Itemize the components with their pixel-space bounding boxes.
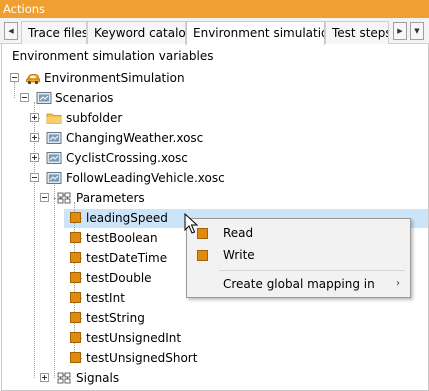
menu-item-label: Read [223, 226, 254, 240]
folder-icon [46, 113, 62, 124]
scenario-folder-icon [36, 92, 52, 104]
scenario-file-icon [46, 172, 62, 184]
expand-toggle[interactable] [30, 153, 39, 162]
tab-overflow-button[interactable]: ▼ [410, 22, 424, 40]
parameter-icon [70, 352, 81, 363]
scenario-file-icon [46, 152, 62, 164]
tree-label: testDateTime [86, 251, 168, 265]
window-title: Actions [0, 0, 429, 18]
tree-label: subfolder [66, 111, 123, 125]
parameter-icon [70, 252, 81, 263]
tree-node-changing-weather[interactable]: ChangingWeather.xosc [0, 128, 429, 148]
tree-node-scenarios[interactable]: Scenarios [0, 88, 429, 108]
tree-node-parameters[interactable]: Parameters [0, 188, 429, 208]
parameter-icon [70, 212, 81, 223]
panel-title: Environment simulation variables [12, 49, 214, 63]
menu-item-label: Write [223, 248, 255, 262]
mouse-cursor-icon [184, 213, 199, 234]
tree-label: FollowLeadingVehicle.xosc [66, 171, 225, 185]
tab-keyword-catalog[interactable]: Keyword catalog [87, 21, 186, 44]
car-icon [26, 74, 41, 85]
tree-label: leadingSpeed [86, 211, 168, 225]
tab-trace-files[interactable]: Trace files [21, 21, 87, 44]
tab-scroll-left-button[interactable]: ◀ [4, 22, 18, 40]
parameter-icon [70, 232, 81, 243]
expand-toggle[interactable] [30, 133, 39, 142]
signals-icon [57, 372, 71, 384]
submenu-arrow-icon: › [396, 278, 400, 289]
tree-node-environment-simulation[interactable]: EnvironmentSimulation [0, 68, 429, 88]
parameters-icon [57, 192, 71, 204]
collapse-toggle[interactable] [40, 193, 49, 202]
tab-strip: ◀ Trace files Keyword catalog Environmen… [0, 18, 429, 45]
menu-item-read[interactable]: Read [187, 222, 410, 244]
tree-label: testString [86, 311, 145, 325]
tree-node-parameter[interactable]: testString [0, 308, 429, 328]
tree-node-cyclist-crossing[interactable]: CyclistCrossing.xosc [0, 148, 429, 168]
scenario-file-icon [46, 132, 62, 144]
expand-toggle[interactable] [40, 373, 49, 382]
tree-node-subfolder[interactable]: subfolder [0, 108, 429, 128]
tree-label: Parameters [76, 191, 145, 205]
menu-item-write[interactable]: Write [187, 244, 410, 266]
tree-label: testUnsignedShort [86, 351, 198, 365]
tab-scroll-right-button[interactable]: ▶ [393, 22, 407, 40]
parameter-icon [70, 332, 81, 343]
tree-node-follow-leading-vehicle[interactable]: FollowLeadingVehicle.xosc [0, 168, 429, 188]
tree-label: testDouble [86, 271, 152, 285]
parameter-icon [70, 272, 81, 283]
tree-label: Scenarios [55, 91, 114, 105]
tree-label: ChangingWeather.xosc [66, 131, 204, 145]
tree-label: testInt [86, 291, 125, 305]
collapse-toggle[interactable] [10, 73, 19, 82]
tree-label: EnvironmentSimulation [44, 71, 185, 85]
menu-separator [219, 270, 405, 271]
tree-node-parameter[interactable]: testUnsignedShort [0, 348, 429, 368]
tab-test-steps[interactable]: Test steps [325, 21, 389, 44]
tree-label: testUnsignedInt [86, 331, 182, 345]
tree-node-parameter[interactable]: testUnsignedInt [0, 328, 429, 348]
collapse-toggle[interactable] [20, 93, 29, 102]
parameter-icon [197, 250, 208, 261]
tab-environment-simulation[interactable]: Environment simulation [186, 21, 325, 45]
tree-label: testBoolean [86, 231, 158, 245]
tree-node-signals[interactable]: Signals [0, 368, 429, 388]
menu-item-create-global-mapping[interactable]: Create global mapping in › [187, 273, 410, 295]
menu-item-label: Create global mapping in [223, 277, 375, 291]
parameter-icon [70, 292, 81, 303]
context-menu: Read Write Create global mapping in › [186, 218, 411, 298]
parameter-icon [70, 312, 81, 323]
expand-toggle[interactable] [30, 113, 39, 122]
tree-label: Signals [76, 371, 120, 385]
tree-label: CyclistCrossing.xosc [66, 151, 188, 165]
collapse-toggle[interactable] [30, 173, 39, 182]
